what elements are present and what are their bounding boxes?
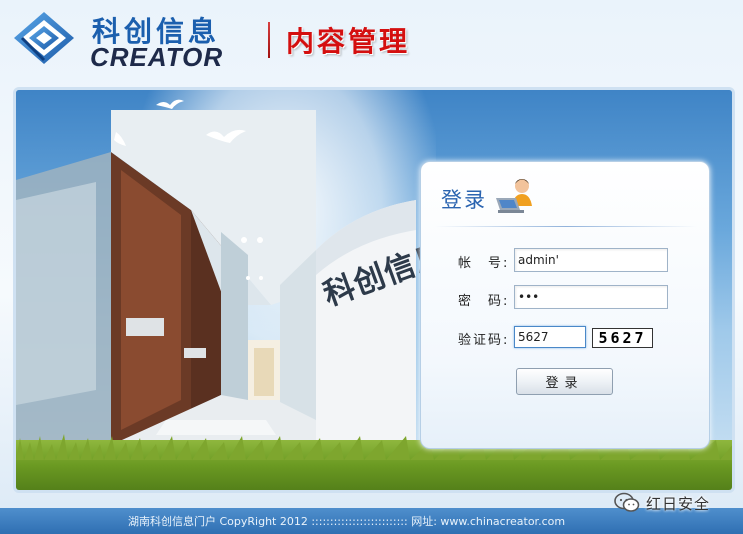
logo-english-text: CREATOR xyxy=(90,42,224,72)
watermark-text: 红日安全 xyxy=(646,494,711,513)
password-input[interactable]: ••• xyxy=(514,285,668,309)
system-title: 内容管理 xyxy=(286,25,411,58)
wechat-icon xyxy=(614,492,640,512)
user-at-laptop-icon xyxy=(496,179,532,213)
login-button[interactable]: 登录 xyxy=(516,368,613,395)
captcha-label: 验证码: xyxy=(458,333,510,348)
logo-icon xyxy=(14,12,74,64)
captcha-image[interactable]: 5627 xyxy=(592,328,653,348)
login-separator xyxy=(435,226,697,227)
username-label: 帐 号: xyxy=(458,256,510,271)
page-header: 科创信息 CREATOR 内容管理 xyxy=(0,0,743,84)
banner-image: 科创信息 登录 帐 号: 密 码: ••• 验证码: 5627 登录 xyxy=(13,87,735,493)
header-divider xyxy=(268,22,270,58)
login-panel: 登录 帐 号: 密 码: ••• 验证码: 5627 登录 xyxy=(420,161,710,449)
login-title: 登录 xyxy=(441,188,487,212)
username-input[interactable] xyxy=(514,248,668,272)
captcha-input[interactable] xyxy=(514,326,586,348)
watermark: 红日安全 xyxy=(614,491,710,515)
footer-copyright: 湖南科创信息门户 CopyRight 2012 ::::::::::::::::… xyxy=(128,515,566,528)
password-label: 密 码: xyxy=(458,294,510,309)
